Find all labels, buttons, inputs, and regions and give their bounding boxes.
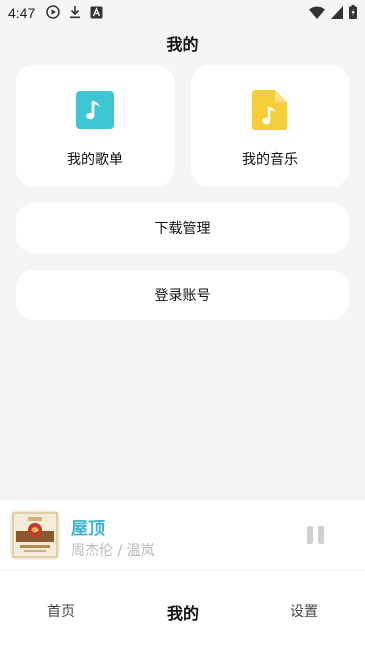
download-management-label: 下载管理 [154,221,211,237]
status-left-icons [46,5,103,19]
status-time: 4:47 [8,5,36,21]
song-artist: 周杰伦 / 温岚 [71,543,155,559]
pause-icon-bar [317,526,324,544]
music-file-icon [251,90,289,130]
my-music-card[interactable]: 我的音乐 [191,65,349,187]
status-bar: 4:47 [0,0,365,26]
battery-icon [349,5,357,19]
tab-settings[interactable]: 设置 [264,601,344,621]
status-right-icons [309,5,357,19]
my-music-label: 我的音乐 [242,152,298,168]
login-account-button[interactable]: 登录账号 [16,270,349,320]
text-a-icon [90,6,103,18]
play-circle-icon [46,5,60,19]
song-title: 屋顶 [71,519,105,539]
my-playlist-label: 我的歌单 [67,152,123,168]
pause-icon [306,526,313,544]
mini-player[interactable]: 屋顶 周杰伦 / 温岚 [0,500,365,571]
tab-mine[interactable]: 我的 [143,600,223,624]
my-playlist-card[interactable]: 我的歌单 [16,65,174,187]
page-title: 我的 [166,35,199,54]
pause-button[interactable] [305,526,325,546]
album-cover [10,510,60,560]
login-account-label: 登录账号 [154,288,211,304]
music-note-icon [76,90,114,130]
wifi-icon [309,6,325,19]
download-icon [70,6,80,19]
tab-home[interactable]: 首页 [21,601,101,621]
bottom-tab-bar: 首页 我的 设置 [0,571,365,650]
signal-icon [331,5,343,19]
download-management-button[interactable]: 下载管理 [16,203,349,253]
